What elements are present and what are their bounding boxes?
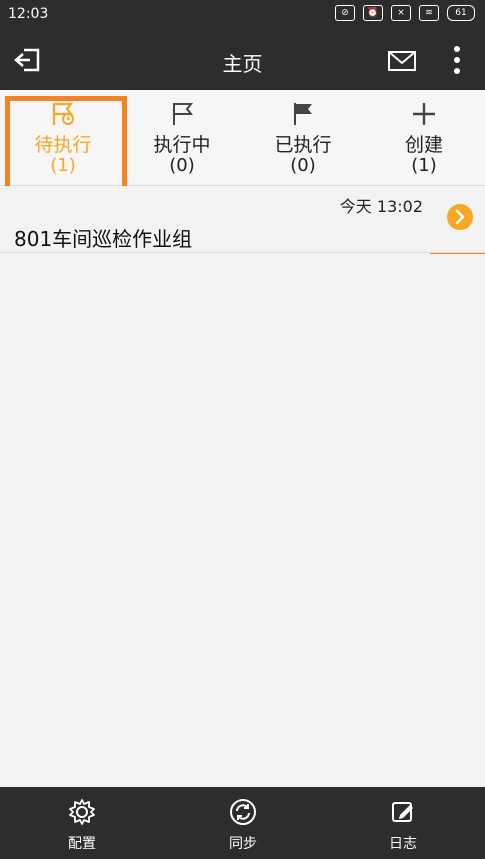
sync-icon	[230, 799, 256, 825]
notification-icon: ×	[391, 5, 411, 21]
item-title: 801车间巡检作业组	[14, 227, 193, 251]
flag-outline-icon	[173, 103, 194, 125]
sync-label: 同步	[229, 836, 257, 852]
sync-button[interactable]: 同步	[183, 787, 303, 859]
tab-label: 执行中	[153, 134, 211, 156]
mail-icon[interactable]	[386, 46, 418, 76]
more-options-icon[interactable]	[448, 43, 466, 77]
tab-count: (0)	[169, 155, 195, 176]
edit-log-icon	[392, 802, 413, 822]
gear-icon	[69, 799, 95, 825]
chevron-right-icon[interactable]	[446, 203, 474, 231]
wifi-icon: ≋	[419, 5, 439, 21]
battery-icon: 61	[447, 5, 475, 21]
list-item[interactable]: 今天 13:02 801车间巡检作业组	[0, 186, 485, 253]
log-button[interactable]: 日志	[343, 787, 463, 859]
tab-count: (1)	[411, 155, 437, 176]
status-bar: 12:03 ⊘ ⏰ × ≋ 61	[0, 0, 485, 30]
tab-label: 已执行	[274, 134, 332, 156]
bottom-bar: 配置 同步 日志	[0, 787, 485, 859]
status-icons: ⊘ ⏰ × ≋ 61	[335, 5, 475, 21]
tab-label: 创建	[404, 134, 443, 156]
mute-icon: ⊘	[335, 5, 355, 21]
tab-completed[interactable]: 已执行 (0)	[243, 90, 363, 185]
app-bar: 主页	[0, 30, 485, 90]
pending-tab-highlight	[5, 96, 127, 193]
item-time: 今天 13:02	[339, 197, 423, 216]
alarm-icon: ⏰	[363, 5, 383, 21]
tab-count: (0)	[290, 155, 316, 176]
config-label: 配置	[68, 836, 96, 852]
config-button[interactable]: 配置	[22, 787, 142, 859]
plus-icon	[413, 103, 435, 125]
tab-in-progress[interactable]: 执行中 (0)	[122, 90, 242, 185]
log-label: 日志	[389, 836, 417, 852]
tab-created[interactable]: 创建 (1)	[364, 90, 484, 185]
status-time: 12:03	[8, 6, 49, 22]
flag-filled-icon	[294, 103, 312, 125]
